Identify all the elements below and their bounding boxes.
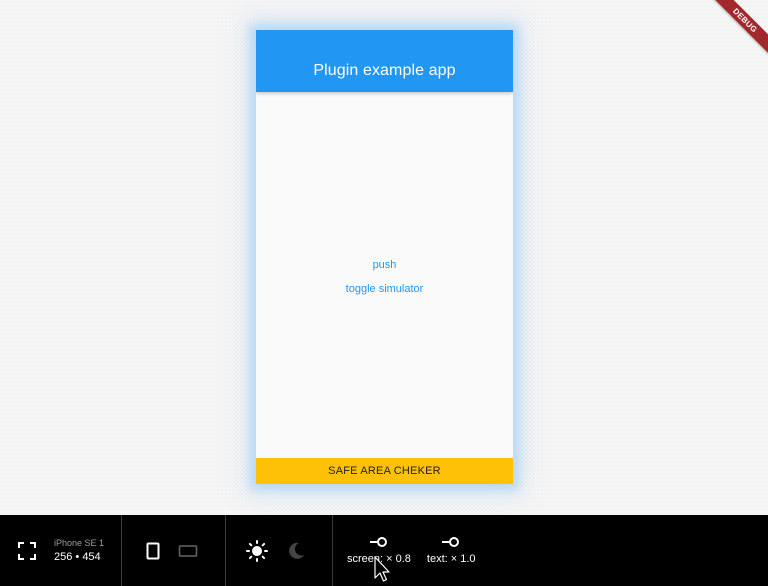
theme-section <box>226 515 332 586</box>
push-button[interactable]: push <box>367 258 403 272</box>
sun-icon[interactable] <box>246 539 268 562</box>
debug-banner: DEBUG <box>708 0 768 57</box>
slider-key-icon <box>369 537 387 547</box>
device-section: iPhone SE 1 256 • 454 <box>0 515 121 586</box>
screen-scale-control[interactable]: screen: × 0.8 <box>347 536 411 565</box>
device-selector[interactable]: iPhone SE 1 256 • 454 <box>54 538 104 563</box>
device-size: 256 • 454 <box>54 551 101 563</box>
safe-area-bar: SAFE AREA CHEKER <box>256 458 513 484</box>
screen-scale-label: screen: × 0.8 <box>347 553 411 565</box>
text-scale-label: text: × 1.0 <box>426 553 476 565</box>
fullscreen-icon[interactable] <box>18 541 36 560</box>
device-name: iPhone SE 1 <box>54 538 105 548</box>
landscape-phone-icon[interactable] <box>178 544 198 558</box>
scale-section: screen: × 0.8 text: × 1.0 <box>333 515 533 586</box>
moon-icon[interactable] <box>286 541 306 561</box>
device-preview-toolbar: iPhone SE 1 256 • 454 screen: × 0.8 text… <box>0 515 768 586</box>
app-title: Plugin example app <box>313 62 456 79</box>
simulator-stage: Plugin example app push toggle simulator… <box>0 0 768 515</box>
portrait-phone-icon[interactable] <box>146 542 160 560</box>
slider-key-icon <box>442 537 460 547</box>
safe-area-label: SAFE AREA CHEKER <box>328 465 441 477</box>
toggle-simulator-button[interactable]: toggle simulator <box>340 282 430 296</box>
text-scale-control[interactable]: text: × 1.0 <box>427 536 476 565</box>
app-bar: Plugin example app <box>256 30 513 92</box>
app-body: push toggle simulator <box>256 92 513 458</box>
orientation-section <box>122 515 225 586</box>
device-screen: Plugin example app push toggle simulator… <box>256 30 513 484</box>
